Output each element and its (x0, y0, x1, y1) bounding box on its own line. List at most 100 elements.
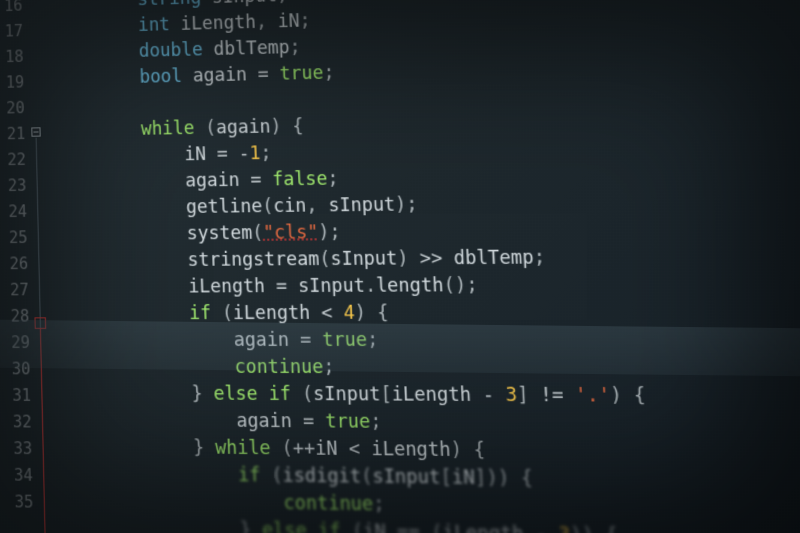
token-punct: . (364, 275, 376, 297)
line-number: 27 (0, 277, 31, 303)
token-op: - (471, 384, 506, 406)
token-punct: (); (443, 275, 478, 297)
line-number: 31 (2, 383, 34, 410)
token-punct: ( (262, 196, 274, 217)
line-number: 19 (0, 70, 26, 96)
token-punct: ; (367, 330, 379, 352)
token-punct (442, 248, 454, 270)
fold-toggle-icon[interactable] (31, 127, 40, 136)
token-ident: again (193, 65, 248, 87)
token-op: == (385, 521, 432, 533)
token-kw: while (215, 437, 271, 459)
token-ident: iN (277, 11, 300, 32)
token-num: 3 (505, 384, 518, 406)
token-op: - (523, 524, 559, 533)
token-ident: sInput (330, 248, 398, 270)
line-number: 24 (0, 199, 29, 225)
line-number: 32 (2, 409, 34, 436)
code-line[interactable]: again = true; (61, 327, 644, 355)
token-punct: ( (194, 118, 216, 139)
code-line[interactable]: stringstream(sInput) >> dblTemp; (59, 244, 639, 275)
token-ident: iN (184, 144, 206, 165)
token-op: != (540, 385, 564, 407)
token-kw: else if (262, 520, 341, 533)
token-kw: false (272, 169, 328, 191)
token-punct: ; (260, 143, 272, 164)
token-punct: ( (361, 466, 373, 488)
token-kw: else if (213, 383, 291, 405)
token-punct: } (193, 437, 216, 459)
token-punct (170, 14, 181, 35)
token-punct: } (240, 519, 263, 533)
token-type: double (138, 40, 203, 62)
token-ident: iN (363, 521, 387, 533)
token-op: < (310, 303, 344, 325)
line-number: 20 (0, 96, 27, 122)
token-ident: iLength (233, 303, 311, 325)
token-ident: dblTemp (213, 37, 290, 60)
token-ident: iLength (180, 12, 256, 35)
code-line[interactable]: continue; (61, 354, 644, 382)
token-ident: sInput (313, 384, 381, 406)
editor[interactable]: 1617181920212223242526272829303132333435… (0, 0, 800, 533)
token-punct: ); (395, 194, 418, 216)
line-number: 16 (0, 0, 25, 20)
token-op: = (206, 144, 239, 166)
token-op: ++ (292, 438, 315, 460)
breakpoint-icon[interactable] (34, 317, 46, 329)
token-ident: sInput (212, 0, 278, 8)
line-number: 28 (0, 304, 31, 330)
token-kw: while (141, 118, 195, 140)
token-ident: iLength (188, 276, 265, 298)
token-op: = (239, 170, 272, 192)
token-punct: ) (397, 248, 420, 270)
token-punct: ) { (270, 116, 304, 138)
line-number: 33 (3, 436, 35, 463)
line-number: 17 (0, 19, 25, 45)
code-editor-screenshot: 1617181920212223242526272829303132333435… (0, 0, 800, 533)
token-punct: ( (252, 223, 264, 244)
token-ident: sInput (328, 195, 396, 217)
token-punct: )) { (570, 524, 618, 533)
token-kw: true (325, 411, 371, 433)
token-ident: again (236, 411, 292, 433)
token-num: 1 (249, 143, 261, 164)
token-punct: ( (319, 249, 331, 271)
token-ident: dblTemp (453, 247, 534, 269)
token-punct: ( (340, 521, 363, 533)
token-ident: iLength (371, 439, 451, 462)
code-line[interactable]: } else if (sInput[iLength - 3] != '.') { (62, 381, 646, 411)
token-fn: length (376, 275, 445, 297)
line-number: 25 (0, 225, 30, 251)
token-fn: system (187, 223, 253, 245)
token-fn: isdigit (282, 465, 361, 488)
token-ident: iN (315, 438, 338, 460)
token-punct: ; (533, 247, 546, 269)
code-line[interactable]: iLength = sInput.length(); (59, 272, 640, 302)
token-punct: ( (260, 465, 283, 487)
token-punct: ) { (450, 439, 485, 461)
line-number: 29 (1, 330, 33, 356)
token-punct: ); (318, 222, 341, 244)
token-punct: ; (299, 11, 311, 32)
token-punct: ( (270, 438, 293, 460)
token-type: string (137, 0, 202, 10)
token-punct: ; (327, 169, 339, 190)
token-kw: if (189, 303, 211, 324)
token-punct: ; (323, 63, 335, 84)
token-type: bool (139, 66, 182, 88)
token-op: = (265, 276, 299, 298)
token-punct: ( (290, 384, 313, 406)
token-op: < (337, 438, 372, 460)
editor-surface: 1617181920212223242526272829303132333435… (0, 0, 800, 533)
token-kw: if (238, 465, 261, 487)
token-ident: iLength (391, 384, 472, 406)
code-area[interactable]: string sInput; int iLength, iN; double d… (42, 0, 653, 533)
line-number: 22 (0, 147, 28, 173)
modified-marker-line (40, 329, 46, 533)
code-line[interactable]: if (iLength < 4) { (60, 299, 642, 327)
token-kw: true (322, 330, 368, 352)
token-punct: ( (211, 303, 234, 324)
token-punct (182, 66, 193, 87)
token-punct (201, 0, 212, 9)
